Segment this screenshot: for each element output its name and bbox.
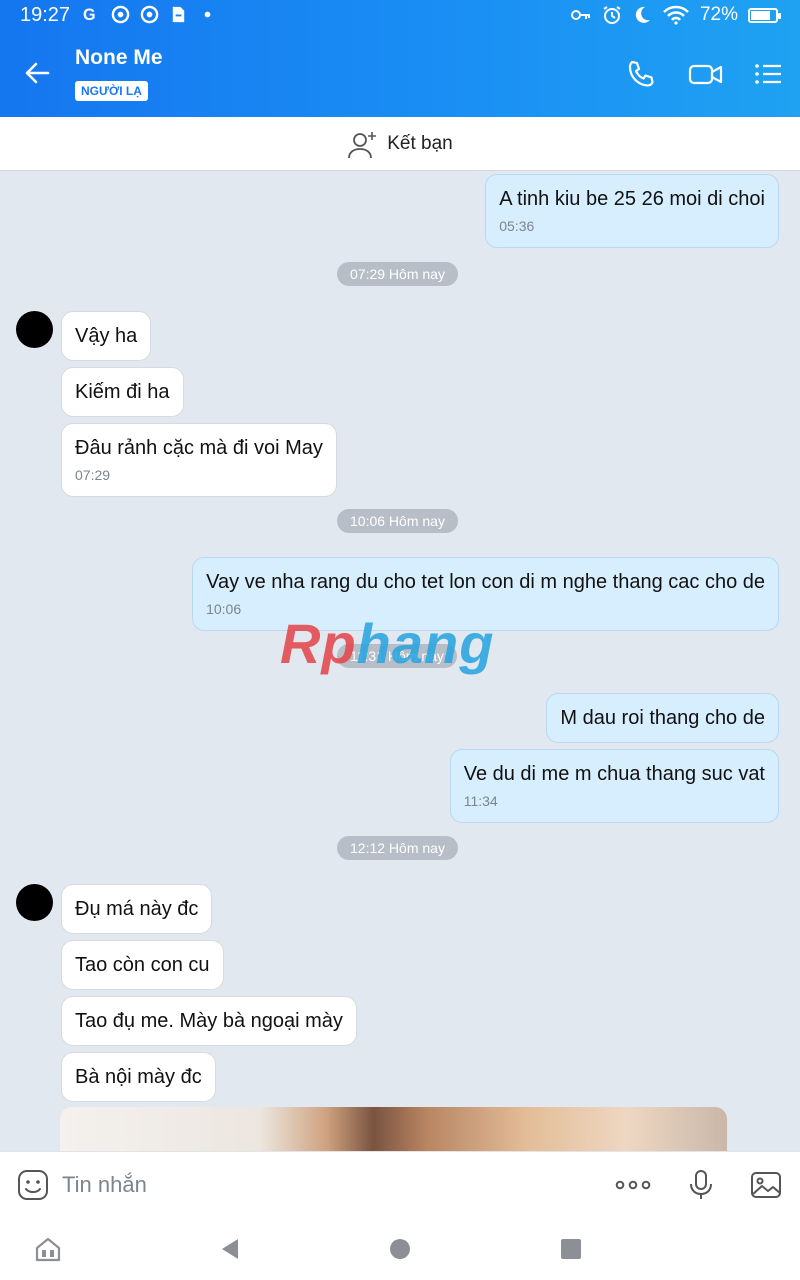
message-text: Đâu rảnh cặc mà đi voi May [75, 437, 323, 459]
video-call-icon[interactable] [688, 58, 724, 90]
document-icon [169, 5, 188, 24]
message-time: 05:36 [499, 218, 535, 234]
message-time: 11:34 [463, 793, 498, 809]
image-gallery-icon[interactable] [749, 1168, 783, 1202]
more-options-icon[interactable] [614, 1168, 652, 1202]
message-text: M dau roi thang cho de [560, 707, 765, 729]
message-text: Tao còn con cu [75, 954, 210, 976]
vpn-key-icon [570, 10, 590, 20]
status-bar: 19:27 G 72% [0, 0, 800, 32]
battery-percent: 72% [699, 4, 738, 25]
message-input[interactable]: Tin nhắn [62, 1172, 147, 1198]
alarm-icon [603, 6, 621, 24]
aperture-icon [111, 5, 130, 24]
message-text: Tao đụ me. Mày bà ngoại mày [75, 1010, 343, 1032]
message-bubble[interactable]: Tao đụ me. Mày bà ngoại mày [61, 996, 357, 1046]
home-nav-icon[interactable] [386, 1235, 414, 1263]
message-text: Bà nội mày đc [75, 1066, 202, 1088]
home-tools-icon[interactable] [34, 1235, 62, 1263]
add-person-icon [348, 131, 377, 158]
message-text: Vậy ha [75, 325, 138, 347]
back-nav-icon[interactable] [216, 1235, 244, 1263]
message-bubble[interactable]: Vậy ha [61, 311, 152, 361]
stranger-badge: NGƯỜI LẠ [75, 81, 148, 101]
contact-name[interactable]: None Me [75, 46, 163, 70]
avatar[interactable] [16, 311, 53, 348]
dot-icon [198, 5, 217, 24]
message-bubble[interactable]: M dau roi thang cho de [546, 693, 779, 743]
status-right: 72% [570, 4, 781, 26]
message-text: Vay ve nha rang du cho tet lon con di m … [206, 571, 765, 593]
battery-icon [748, 7, 781, 23]
moon-icon [635, 6, 650, 23]
date-separator: 07:29 Hôm nay [337, 262, 458, 286]
system-nav-bar [0, 1219, 800, 1280]
message-bubble[interactable]: A tinh kiu be 25 26 moi di choi 05:36 [485, 174, 779, 248]
message-text: Ve du di me m chua thang suc vat [463, 763, 765, 785]
message-bubble[interactable]: Bà nội mày đc [61, 1052, 216, 1102]
recents-nav-icon[interactable] [557, 1235, 585, 1263]
svg-text:G: G [83, 6, 96, 24]
message-bubble[interactable]: Tao còn con cu [61, 940, 224, 990]
message-text: Đụ má này đc [75, 898, 199, 920]
message-text: A tinh kiu be 25 26 moi di choi [499, 188, 765, 210]
message-bubble[interactable]: Đụ má này đc [61, 884, 213, 934]
phone-call-icon[interactable] [625, 58, 657, 90]
watermark-logo: Rphang [280, 612, 495, 675]
aperture-icon [140, 5, 159, 24]
menu-list-icon[interactable] [752, 58, 784, 90]
avatar[interactable] [16, 884, 53, 921]
chat-header: None Me NGƯỜI LẠ [0, 32, 800, 117]
top-bar: 19:27 G 72% None Me NGƯỜI LẠ [0, 0, 800, 117]
add-friend-button[interactable]: Kết bạn [0, 117, 800, 171]
message-bubble[interactable]: Kiếm đi ha [61, 367, 184, 417]
chat-area[interactable]: A tinh kiu be 25 26 moi di choi 05:36 07… [0, 171, 800, 1151]
message-input-bar: Tin nhắn [0, 1151, 800, 1219]
notification-icons: G [82, 5, 217, 24]
wifi-icon [663, 5, 689, 25]
sticker-emoji-icon[interactable] [16, 1168, 50, 1202]
photo-message[interactable] [60, 1107, 727, 1151]
message-time: 07:29 [75, 467, 111, 483]
date-separator: 10:06 Hôm nay [337, 509, 458, 533]
date-separator: 12:12 Hôm nay [337, 836, 458, 860]
microphone-icon[interactable] [684, 1168, 718, 1202]
message-text: Kiếm đi ha [75, 381, 170, 403]
back-arrow-icon[interactable] [20, 56, 54, 90]
status-time: 19:27 [20, 4, 71, 26]
add-friend-label: Kết bạn [387, 132, 453, 154]
message-bubble[interactable]: Ve du di me m chua thang suc vat 11:34 [449, 749, 779, 823]
message-bubble[interactable]: Đâu rảnh cặc mà đi voi May 07:29 [61, 423, 337, 497]
google-icon: G [82, 5, 101, 24]
